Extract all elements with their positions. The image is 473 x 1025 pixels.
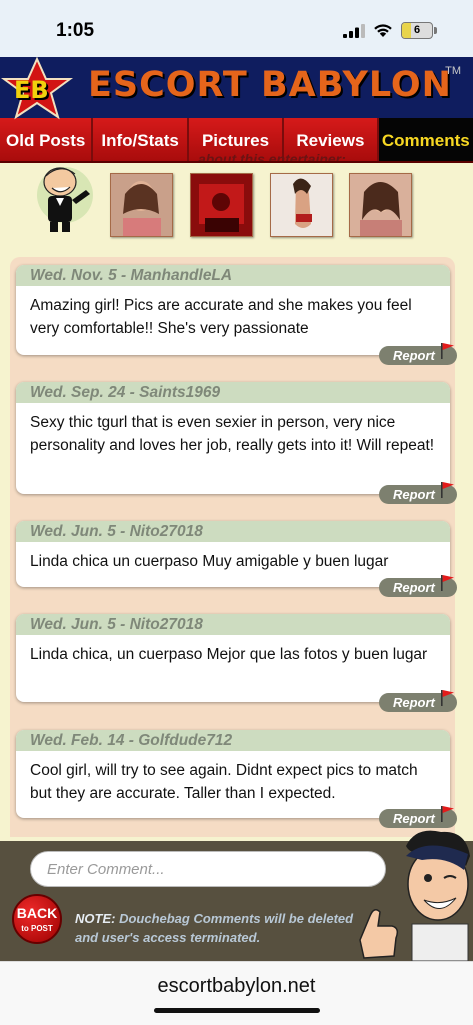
browser-url-bar[interactable]: escortbabylon.net — [0, 961, 473, 1025]
report-label: Report — [393, 580, 435, 595]
status-time: 1:05 — [56, 20, 95, 41]
report-button[interactable]: Report — [379, 690, 457, 712]
subheading: about this entertainer: — [198, 151, 346, 167]
photo-thumbnail-3[interactable] — [270, 173, 333, 237]
report-label: Report — [393, 487, 435, 502]
back-to-post-button[interactable]: BACK to POST — [12, 894, 62, 944]
cellular-signal-icon — [343, 23, 365, 38]
battery-level: 6 — [413, 24, 421, 36]
comment-text: Amazing girl! Pics are accurate and she … — [30, 297, 412, 337]
red-flag-icon — [441, 575, 454, 591]
comment-text: Linda chica un cuerpaso Muy amigable y b… — [30, 553, 389, 570]
status-icons: 6 — [343, 22, 437, 39]
comment-card: Wed. Jun. 5 - Nito27018 Linda chica un c… — [16, 521, 450, 587]
photo-thumbnail-4[interactable] — [349, 173, 412, 237]
comment-header: Wed. Jun. 5 - Nito27018 — [16, 614, 450, 635]
report-label: Report — [393, 348, 435, 363]
comment-text: Sexy thic tgurl that is even sexier in p… — [30, 414, 435, 454]
note-label: NOTE: — [75, 911, 116, 926]
comment-header: Wed. Feb. 14 - Golfdude712 — [16, 730, 450, 751]
site-title[interactable]: ESCORT BABYLON — [88, 65, 452, 105]
tab-comments[interactable]: Comments — [378, 118, 473, 161]
moderation-note: NOTE: Douchebag Comments will be deleted… — [75, 909, 360, 947]
comment-header: Wed. Nov. 5 - ManhandleLA — [16, 265, 450, 286]
photo-thumbnail-1[interactable] — [110, 173, 173, 237]
comment-card: Wed. Jun. 5 - Nito27018 Linda chica, un … — [16, 614, 450, 702]
note-text: Douchebag Comments will be deleted and u… — [75, 911, 354, 945]
photo-thumbnail-2[interactable] — [190, 173, 253, 237]
red-flag-icon — [441, 343, 454, 359]
report-label: Report — [393, 811, 435, 826]
status-bar: 1:05 6 — [0, 0, 473, 57]
logo-text: EB — [14, 76, 49, 104]
comment-text: Cool girl, will try to see again. Didnt … — [30, 762, 418, 802]
comment-text: Linda chica, un cuerpaso Mejor que las f… — [30, 646, 428, 663]
comment-card: Wed. Sep. 24 - Saints1969 Sexy thic tgur… — [16, 382, 450, 494]
comment-card: Wed. Feb. 14 - Golfdude712 Cool girl, wi… — [16, 730, 450, 818]
report-button[interactable]: Report — [379, 482, 457, 504]
battery-icon: 6 — [401, 22, 437, 39]
comment-input[interactable] — [30, 851, 386, 887]
back-sublabel: to POST — [21, 924, 53, 933]
comment-header: Wed. Sep. 24 - Saints1969 — [16, 382, 450, 403]
red-flag-icon — [441, 690, 454, 706]
url-text: escortbabylon.net — [157, 975, 316, 997]
comment-header: Wed. Jun. 5 - Nito27018 — [16, 521, 450, 542]
cartoon-mascot-icon — [37, 167, 93, 232]
red-flag-icon — [441, 806, 454, 822]
trademark: TM — [445, 65, 461, 77]
thumbs-up-mascot-icon — [359, 830, 470, 961]
comment-card: Wed. Nov. 5 - ManhandleLA Amazing girl! … — [16, 265, 450, 355]
home-indicator[interactable] — [154, 1008, 320, 1013]
eb-logo[interactable]: EB — [0, 57, 75, 125]
report-label: Report — [393, 695, 435, 710]
report-button[interactable]: Report — [379, 575, 457, 597]
tab-info-stats[interactable]: Info/Stats — [93, 118, 189, 161]
report-button[interactable]: Report — [379, 343, 457, 365]
red-flag-icon — [441, 482, 454, 498]
wifi-icon — [374, 24, 392, 37]
back-label: BACK — [16, 905, 58, 921]
